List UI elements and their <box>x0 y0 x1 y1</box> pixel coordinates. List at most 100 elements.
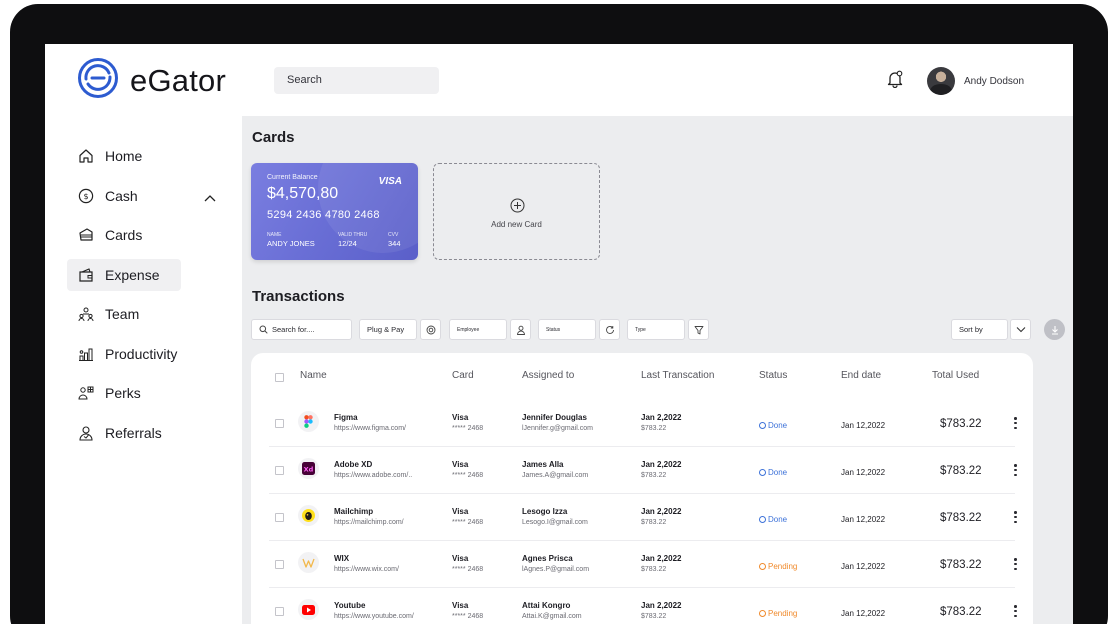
credit-card[interactable]: Current Balance VISA $4,570,80 5294 2436… <box>251 163 418 260</box>
plug-pay-label: Plug & Pay <box>367 325 405 334</box>
sidebar-item-perks[interactable]: Perks <box>67 377 247 409</box>
sidebar-item-home[interactable]: Home <box>67 140 247 172</box>
type-button[interactable] <box>688 319 709 340</box>
last-transaction-amount: $783.22 <box>641 566 667 573</box>
card-name-label: NAME <box>267 232 282 238</box>
more-options-icon[interactable] <box>1014 464 1017 476</box>
sidebar-item-referrals[interactable]: Referrals <box>67 417 247 449</box>
row-checkbox[interactable] <box>275 607 284 616</box>
status-text: Pending <box>768 609 798 618</box>
row-checkbox[interactable] <box>275 560 284 569</box>
status-badge: Done <box>759 421 787 430</box>
more-options-icon[interactable] <box>1014 605 1017 617</box>
assignee-name: Agnes Prisca <box>522 554 573 563</box>
add-card-button[interactable]: Add new Card <box>433 163 600 260</box>
table-row[interactable]: WIX https://www.wix.com/ Visa ***** 2468… <box>251 541 1033 588</box>
card-holder-name: ANDY JONES <box>267 239 315 248</box>
assignee-email: Lesogo.I@gmail.com <box>522 519 588 526</box>
sidebar-item-label: Team <box>105 306 140 322</box>
cards-heading: Cards <box>252 129 295 146</box>
more-options-icon[interactable] <box>1014 558 1017 570</box>
sidebar-item-label: Home <box>105 148 143 164</box>
plug-pay-filter[interactable]: Plug & Pay <box>359 319 417 340</box>
status-button[interactable] <box>599 319 620 340</box>
wallet-icon <box>78 267 94 283</box>
table-row[interactable]: Xd Adobe XD https://www.adobe.com/.. Vis… <box>251 447 1033 494</box>
table-row[interactable]: Youtube https://www.youtube.com/ Visa **… <box>251 588 1033 624</box>
main-content: Cards Current Balance VISA $4,570,80 529… <box>242 116 1073 624</box>
employee-button[interactable] <box>510 319 531 340</box>
status-dot-icon <box>759 516 766 523</box>
card-balance: $4,570,80 <box>267 185 339 202</box>
type-filter[interactable]: Type <box>627 319 685 340</box>
adobe-xd-icon: Xd <box>298 458 319 479</box>
card-valid-label: VALID THRU <box>338 232 368 238</box>
app-url: https://www.wix.com/ <box>334 566 399 573</box>
last-transaction-amount: $783.22 <box>641 472 667 479</box>
end-date: Jan 12,2022 <box>841 609 886 618</box>
svg-text:Xd: Xd <box>304 465 314 473</box>
last-transaction-date: Jan 2,2022 <box>641 460 682 469</box>
sort-dropdown-button[interactable] <box>1010 319 1031 340</box>
assignee-email: Attai.K@gmail.com <box>522 613 582 620</box>
status-filter[interactable]: Status <box>538 319 596 340</box>
card-masked-number: ***** 2468 <box>452 613 484 620</box>
column-header-last-transaction: Last Transcation <box>641 370 715 381</box>
refresh-icon <box>605 325 615 335</box>
card-masked-number: ***** 2468 <box>452 472 484 479</box>
status-text: Done <box>768 515 788 524</box>
chevron-up-icon[interactable] <box>204 189 216 207</box>
sidebar-item-expense[interactable]: Expense <box>67 258 181 291</box>
end-date: Jan 12,2022 <box>841 515 886 524</box>
balance-label: Current Balance <box>267 174 318 181</box>
status-text: Done <box>768 421 788 430</box>
row-checkbox[interactable] <box>275 466 284 475</box>
end-date: Jan 12,2022 <box>841 421 886 430</box>
sidebar-item-team[interactable]: Team <box>67 298 247 330</box>
more-options-icon[interactable] <box>1014 417 1017 429</box>
transaction-search-placeholder: Search for.... <box>272 325 315 334</box>
svg-text:$: $ <box>83 192 88 201</box>
sort-by-select[interactable]: Sort by <box>951 319 1008 340</box>
home-icon <box>78 148 94 164</box>
transaction-search-input[interactable]: Search for.... <box>251 319 352 340</box>
sidebar-item-label: Referrals <box>105 424 162 441</box>
card-valid-thru: 12/24 <box>338 239 357 248</box>
filter-icon <box>694 325 704 335</box>
status-dot-icon <box>759 422 766 429</box>
sidebar-item-cash[interactable]: $ Cash <box>67 180 247 212</box>
notification-bell-icon[interactable] <box>887 70 903 93</box>
table-row[interactable]: Figma https://www.figma.com/ Visa ***** … <box>251 400 1033 447</box>
app-name: eGator <box>130 62 226 98</box>
table-row[interactable]: Mailchimp https://mailchimp.com/ Visa **… <box>251 494 1033 541</box>
egator-logo-icon <box>76 56 120 105</box>
last-transaction-date: Jan 2,2022 <box>641 554 682 563</box>
status-dot-icon <box>759 469 766 476</box>
more-options-icon[interactable] <box>1014 511 1017 523</box>
assignee-email: lAgnes.P@gmail.com <box>522 566 590 573</box>
total-used: $783.22 <box>940 418 982 430</box>
app-name: Adobe XD <box>334 460 373 469</box>
row-checkbox[interactable] <box>275 513 284 522</box>
row-checkbox[interactable] <box>275 419 284 428</box>
card-number: 5294 2436 4780 2468 <box>267 209 380 221</box>
app-logo[interactable]: eGator <box>76 56 226 105</box>
last-transaction-amount: $783.22 <box>641 425 667 432</box>
sidebar-item-productivity[interactable]: Productivity <box>67 338 247 370</box>
user-avatar[interactable] <box>927 67 955 95</box>
column-header-end-date: End date <box>841 370 882 381</box>
select-all-checkbox[interactable] <box>275 373 284 382</box>
sort-by-label: Sort by <box>959 325 983 334</box>
user-name[interactable]: Andy Dodson <box>964 76 1024 87</box>
search-input[interactable]: Search <box>274 67 439 94</box>
sidebar-item-cards[interactable]: Cards <box>67 219 247 251</box>
column-header-status: Status <box>759 370 788 381</box>
user-icon <box>516 325 526 335</box>
coin-icon <box>426 325 436 335</box>
status-badge: Done <box>759 468 787 477</box>
plug-pay-button[interactable] <box>420 319 441 340</box>
column-header-card: Card <box>452 370 474 381</box>
download-button[interactable] <box>1044 319 1065 340</box>
employee-filter[interactable]: Employee <box>449 319 507 340</box>
status-text: Done <box>768 468 788 477</box>
